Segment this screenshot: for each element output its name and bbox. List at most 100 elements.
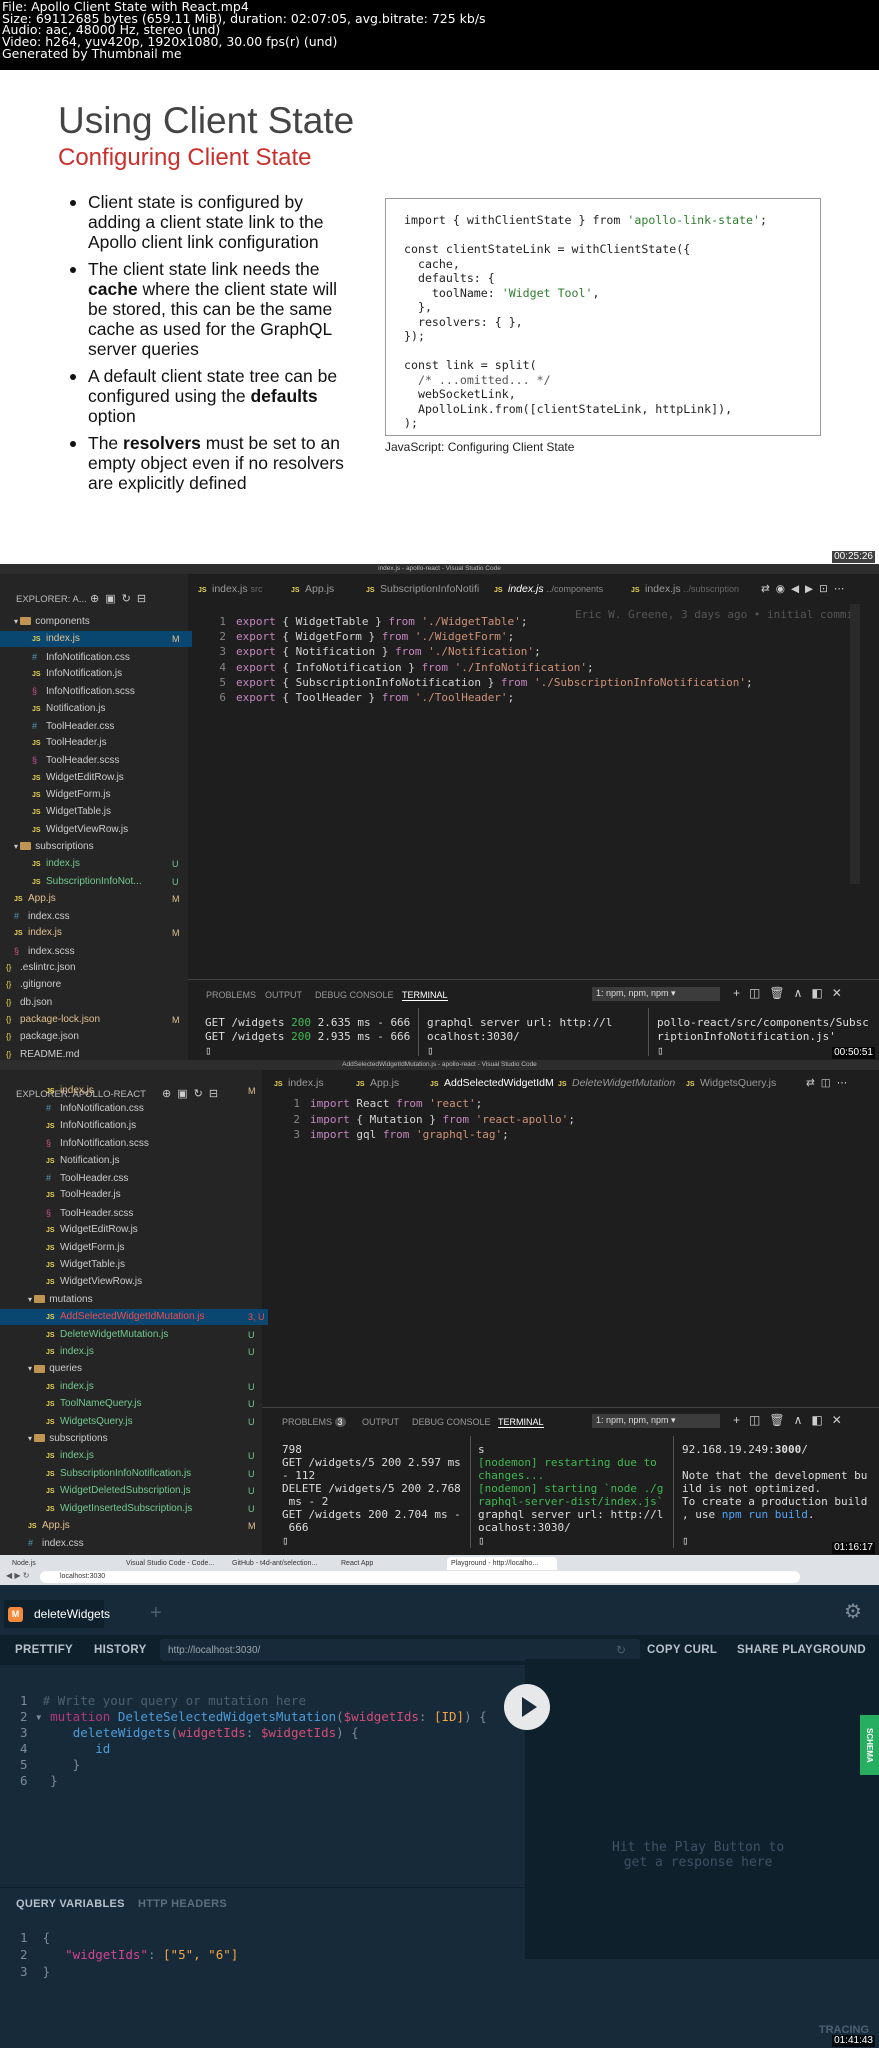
nav-icons[interactable]: ◀ ▶ ↻ [6, 1571, 29, 1580]
tab-index-subscriptions[interactable]: JS index.js ../subscription [625, 578, 745, 600]
tree-item[interactable]: JS ToolHeader.js [0, 735, 192, 751]
tree-item[interactable]: # InfoNotification.css [0, 1100, 268, 1116]
tree-item-label: WidgetViewRow.js [46, 823, 129, 835]
panel-tab-problems[interactable]: PROBLEMS 3 [282, 1417, 346, 1427]
tree-item[interactable]: JS ToolNameQuery.js U [0, 1396, 268, 1412]
browser-tab-active[interactable]: Playground - http://localho... [447, 1557, 557, 1570]
tree-item[interactable]: JS App.js M [0, 1518, 268, 1534]
tree-item[interactable]: § ToolHeader.scss [0, 752, 192, 768]
tree-item[interactable]: § InfoNotification.scss [0, 683, 192, 699]
panel-tab-output[interactable]: OUTPUT [362, 1417, 399, 1427]
panel-actions-icon[interactable]: +◫🗑∧◧✕ [733, 1413, 851, 1427]
tree-item[interactable]: JS App.js M [0, 891, 192, 907]
panel-actions-icon[interactable]: +◫🗑∧◧✕ [733, 986, 851, 1000]
tree-item[interactable]: JS WidgetEditRow.js [0, 1222, 268, 1238]
tab-index-components[interactable]: JS index.js ../components [488, 578, 610, 600]
browser-tab[interactable]: Visual Studio Code - Code... [122, 1557, 227, 1570]
settings-gear-icon[interactable]: ⚙ [844, 1599, 862, 1624]
tree-item[interactable]: ▾ queries [0, 1361, 268, 1377]
tab-subscription-info[interactable]: JS SubscriptionInfoNotifi [360, 578, 485, 600]
http-headers-tab[interactable]: HTTP HEADERS [138, 1898, 227, 1910]
tree-item[interactable]: JS WidgetTable.js [0, 1257, 268, 1273]
tree-item[interactable]: JS ToolHeader.js [0, 1187, 268, 1203]
tree-item-label: SubscriptionInfoNot... [46, 875, 142, 887]
tab-index-src[interactable]: JS index.js src [192, 578, 269, 600]
copy-curl-button[interactable]: COPY CURL [647, 1644, 717, 1656]
tree-item[interactable]: ▾ subscriptions [0, 839, 192, 855]
tree-item[interactable]: JS WidgetsQuery.js U [0, 1414, 268, 1430]
tree-item[interactable]: # ToolHeader.css [0, 1170, 268, 1186]
panel-tab-terminal[interactable]: TERMINAL [498, 1417, 544, 1428]
query-variables-tab[interactable]: QUERY VARIABLES [16, 1898, 125, 1910]
tree-item[interactable]: JS DeleteWidgetMutation.js U [0, 1327, 268, 1343]
tree-item[interactable]: § index.scss [0, 943, 192, 959]
tab-delete-widget[interactable]: JS DeleteWidgetMutation [552, 1072, 681, 1094]
tree-item[interactable]: JS WidgetEditRow.js [0, 770, 192, 786]
reload-icon[interactable]: ↻ [616, 1643, 626, 1657]
tree-item[interactable]: # ToolHeader.css [0, 718, 192, 734]
add-tab-icon[interactable]: + [150, 1602, 162, 1625]
browser-tab[interactable]: GitHub - t4d-ant/selection... [228, 1557, 333, 1570]
tree-item[interactable]: {} db.json [0, 995, 192, 1011]
share-playground-button[interactable]: SHARE PLAYGROUND [737, 1644, 866, 1656]
tab-app[interactable]: JS App.js [285, 578, 340, 600]
tab-add-selected-widget[interactable]: JS AddSelectedWidgetIdM [424, 1072, 560, 1094]
tree-item[interactable]: ▾ mutations [0, 1292, 268, 1308]
tree-item[interactable]: JS WidgetViewRow.js [0, 1274, 268, 1290]
tree-item[interactable]: JS InfoNotification.js [0, 666, 192, 682]
tree-item[interactable]: JS index.js M [0, 925, 192, 941]
tree-item[interactable]: JS WidgetDeletedSubscription.js U [0, 1483, 268, 1499]
tree-item[interactable]: JS index.js U [0, 1448, 268, 1464]
panel-tab-debug[interactable]: DEBUG CONSOLE [315, 990, 394, 1000]
panel-tab-output[interactable]: OUTPUT [265, 990, 302, 1000]
tree-item[interactable]: JS WidgetForm.js [0, 787, 192, 803]
explorer-actions-icon[interactable]: ⊕▣↻⊟ [90, 592, 152, 605]
panel-tab-debug[interactable]: DEBUG CONSOLE [412, 1417, 491, 1427]
tree-item[interactable]: ▾ components [0, 614, 192, 630]
tree-item[interactable]: JS index.js U [0, 856, 192, 872]
tab-index[interactable]: JS index.js [268, 1072, 330, 1094]
tree-item-label: package.json [20, 1031, 79, 1043]
scrollbar[interactable] [850, 604, 860, 884]
panel-tab-terminal[interactable]: TERMINAL [402, 990, 448, 1001]
tree-item[interactable]: JS index.js U [0, 1344, 268, 1360]
tree-item[interactable]: JS SubscriptionInfoNotification.js U [0, 1466, 268, 1482]
endpoint-input[interactable]: http://localhost:3030/ [168, 1645, 260, 1656]
tree-item[interactable]: {} package.json [0, 1029, 192, 1045]
play-button[interactable] [504, 1684, 550, 1730]
tree-item[interactable]: JS WidgetInsertedSubscription.js U [0, 1501, 268, 1517]
tree-item[interactable]: {} .gitignore [0, 977, 192, 993]
browser-tab[interactable]: React App [337, 1557, 442, 1570]
tree-item[interactable]: JS InfoNotification.js [0, 1118, 268, 1134]
history-button[interactable]: HISTORY [94, 1644, 147, 1656]
terminal-select[interactable]: 1: npm, npm, npm ▾ [592, 987, 720, 1001]
tree-item[interactable]: JS AddSelectedWidgetIdMutation.js 3, U [0, 1309, 268, 1326]
tree-item[interactable]: # InfoNotification.css [0, 649, 192, 665]
tree-item[interactable]: JS Notification.js [0, 1153, 268, 1169]
tab-widgets-query[interactable]: JS WidgetsQuery.js [680, 1072, 782, 1094]
browser-tab[interactable]: Node.js [8, 1557, 113, 1570]
tree-item[interactable]: # index.css [0, 1535, 268, 1551]
tree-item[interactable]: # index.css [0, 908, 192, 924]
url-bar[interactable]: localhost:3030 [40, 1571, 800, 1583]
tree-item[interactable]: JS WidgetViewRow.js [0, 822, 192, 838]
tree-item[interactable]: {} package-lock.json M [0, 1012, 192, 1028]
tree-item[interactable]: § InfoNotification.scss [0, 1135, 268, 1151]
tree-item[interactable]: JS SubscriptionInfoNot... U [0, 874, 192, 890]
tree-item[interactable]: JS index.js U [0, 1379, 268, 1395]
tree-item[interactable]: JS WidgetForm.js [0, 1240, 268, 1256]
tree-item[interactable]: JS Notification.js [0, 701, 192, 717]
tree-item[interactable]: {} .eslintrc.json [0, 960, 192, 976]
tree-item[interactable]: JS WidgetTable.js [0, 804, 192, 820]
schema-tab[interactable]: SCHEMA [860, 1715, 879, 1775]
tree-item[interactable]: ▾ subscriptions [0, 1431, 268, 1447]
editor-actions-icon[interactable]: ⇄◫⋯ [800, 1072, 859, 1094]
prettify-button[interactable]: PRETTIFY [15, 1644, 73, 1656]
tree-item[interactable]: JS index.js M [0, 1083, 268, 1099]
terminal-select[interactable]: 1: npm, npm, npm ▾ [592, 1414, 720, 1428]
tree-item[interactable]: § ToolHeader.scss [0, 1205, 268, 1221]
tab-app[interactable]: JS App.js [350, 1072, 405, 1094]
editor-actions-icon[interactable]: ⇄◉◀▶⊡⋯ [755, 578, 856, 600]
tree-item[interactable]: JS index.js M [0, 631, 192, 648]
panel-tab-problems[interactable]: PROBLEMS [206, 990, 256, 1000]
